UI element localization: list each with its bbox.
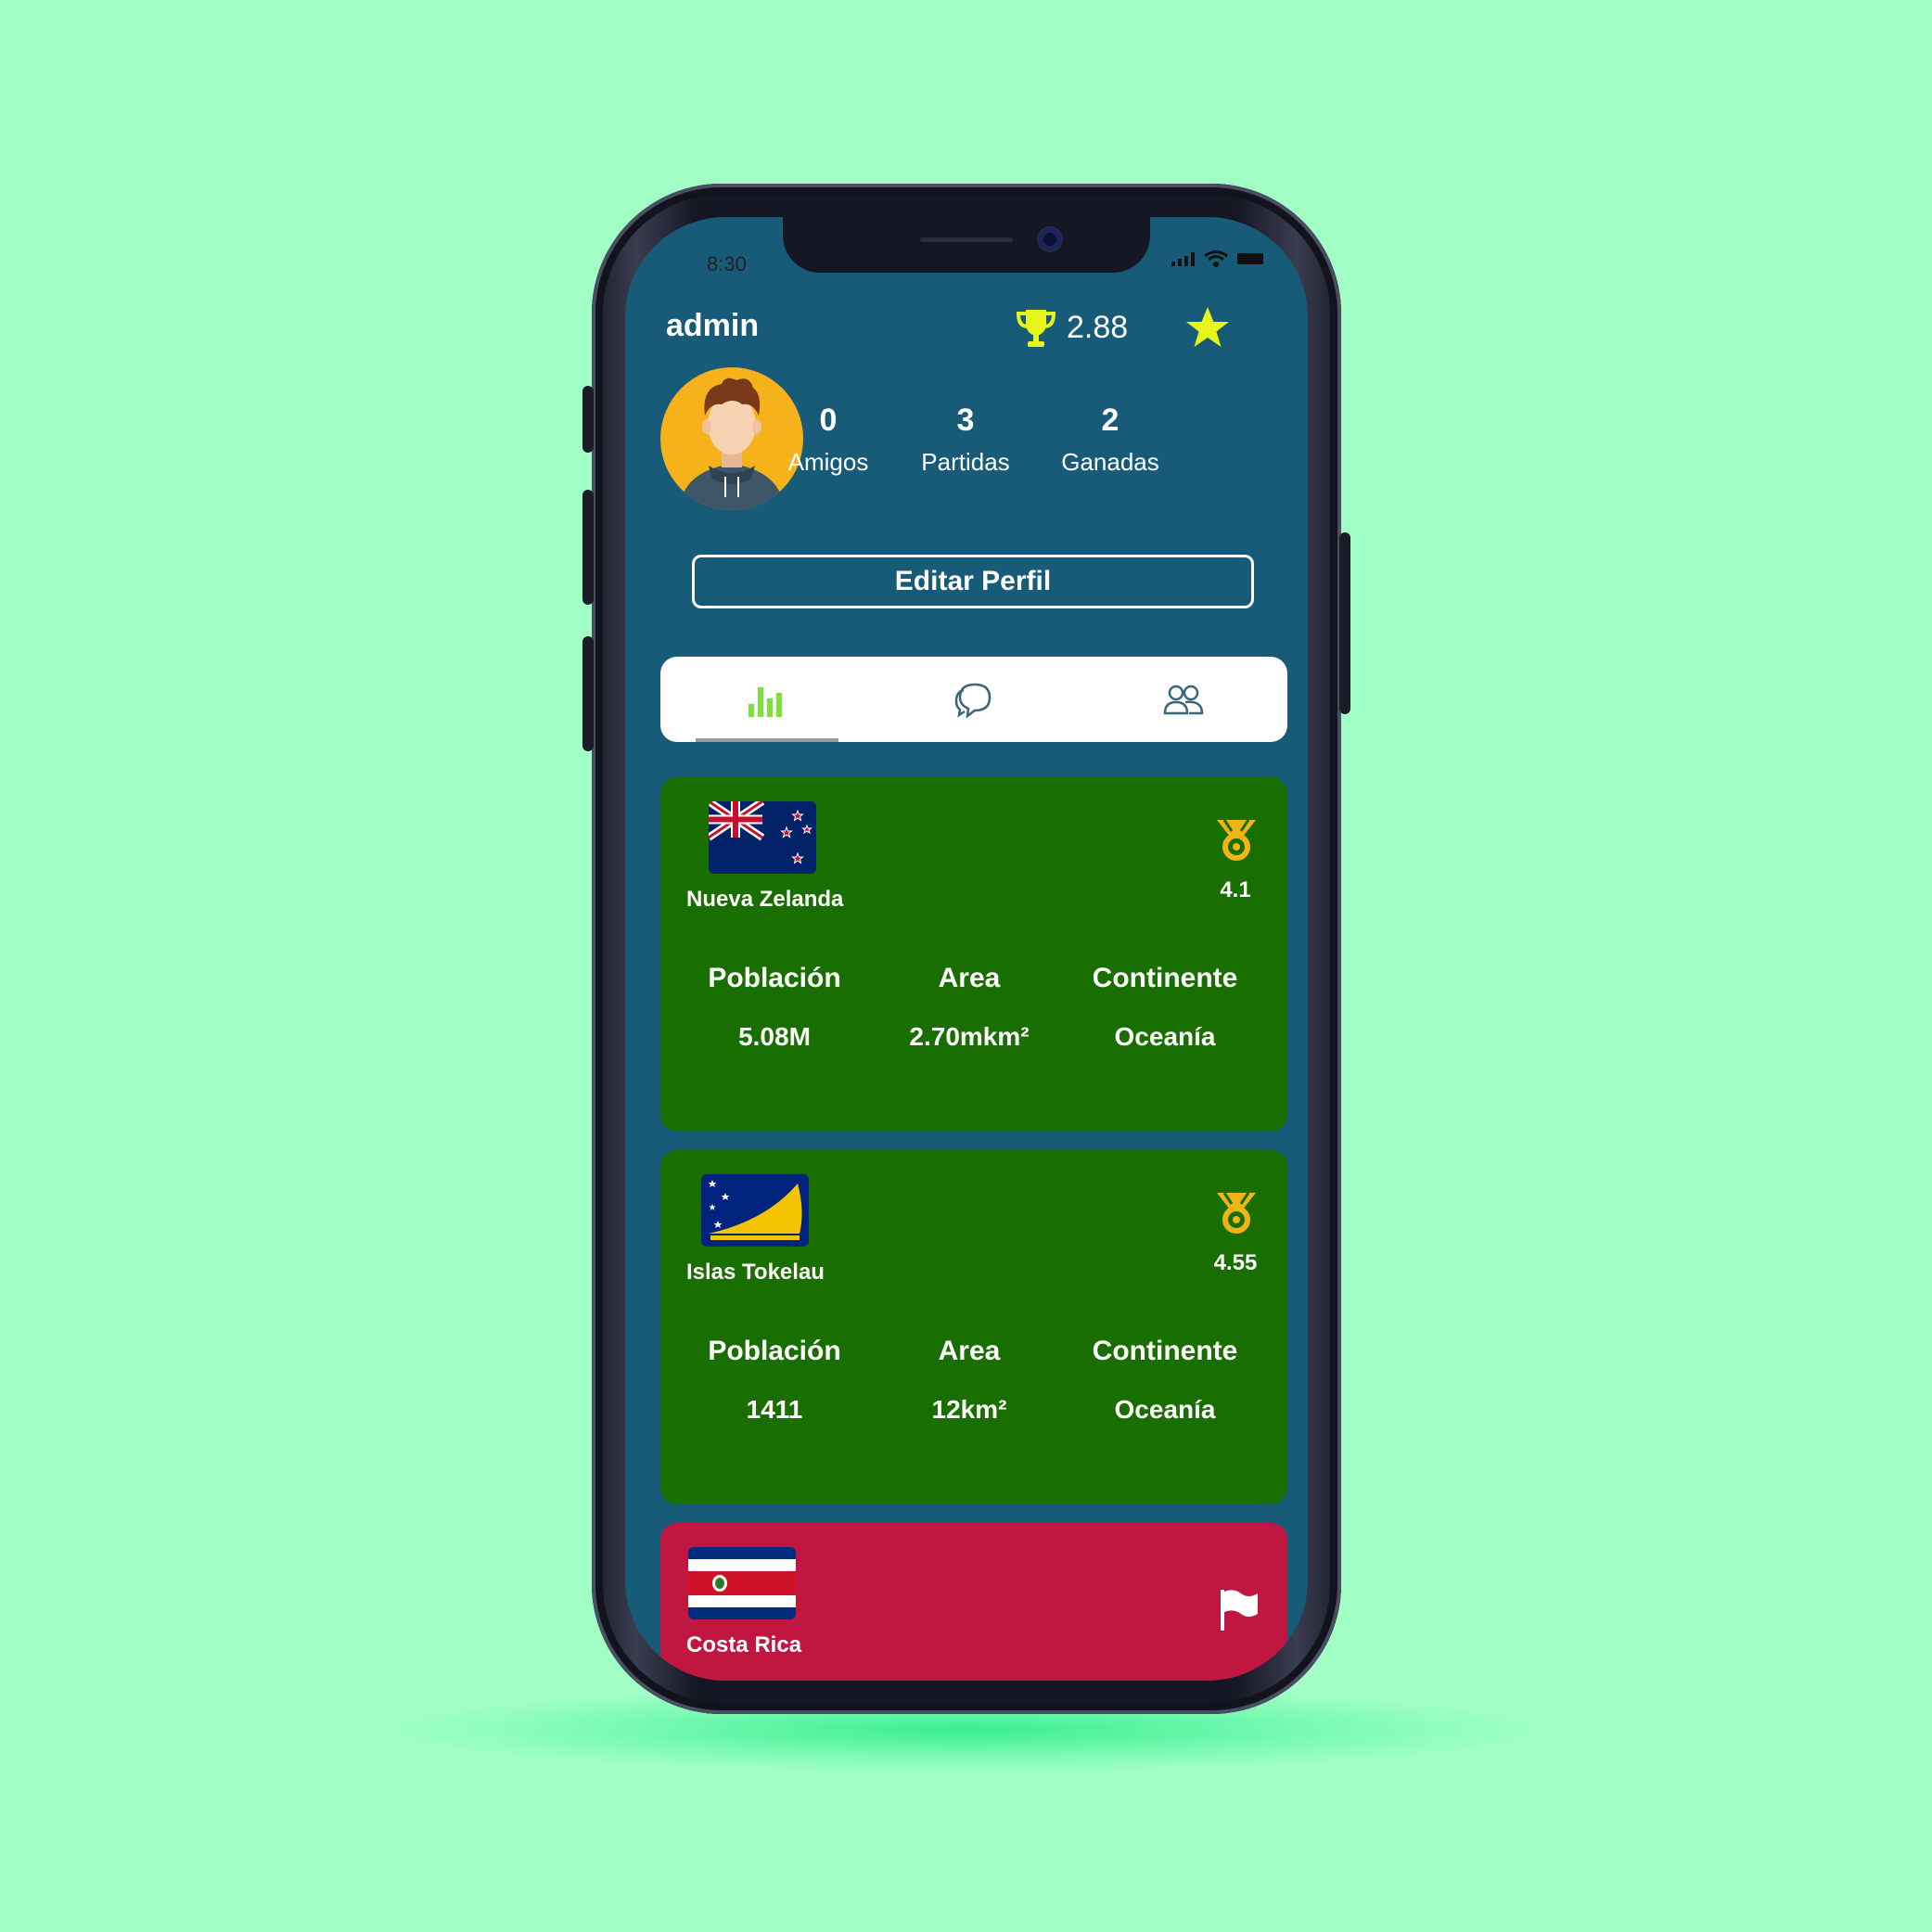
power-button <box>1339 532 1350 714</box>
stat-value: 3 <box>956 403 975 438</box>
stat-continente: Continente Oceanía <box>1072 1336 1258 1425</box>
stat-amigos[interactable]: 0 Amigos <box>759 403 898 477</box>
status-time: 8:30 <box>707 252 747 275</box>
tab-stats[interactable] <box>660 657 869 742</box>
stat-label: Amigos <box>787 448 869 476</box>
tab-bar <box>660 657 1287 742</box>
country-name: Nueva Zelanda <box>686 887 844 912</box>
stat-heading: Continente <box>1092 1336 1238 1366</box>
flag-costa-rica <box>688 1547 796 1619</box>
stat-value: 0 <box>819 403 838 438</box>
score-value: 2.88 <box>1067 310 1129 345</box>
stat-value: 2.70mkm² <box>909 1022 1030 1051</box>
country-rating: 4.1 <box>1220 877 1251 902</box>
flag-tokelau <box>701 1174 809 1247</box>
stat-value: Oceanía <box>1114 1022 1216 1051</box>
stat-heading: Area <box>938 1336 1001 1366</box>
country-name: Islas Tokelau <box>686 1260 825 1285</box>
username: admin <box>666 308 760 343</box>
stat-area: Area 2.70mkm² <box>890 963 1048 1052</box>
stat-heading: Población <box>708 963 841 993</box>
phone-frame: 8:30 admin 2.88 0 Amigos 3 Partidas 2 Ga… <box>582 184 1350 1714</box>
country-card[interactable]: Nueva Zelanda 4.1 Población 5.08M Area 2… <box>660 777 1287 1132</box>
speaker-grille <box>920 237 1013 242</box>
medal-icon <box>1217 1192 1256 1234</box>
stat-label: Partidas <box>921 448 1010 476</box>
trophy-icon <box>1016 310 1056 347</box>
stat-value: 1411 <box>746 1395 803 1424</box>
stat-partidas[interactable]: 3 Partidas <box>896 403 1035 477</box>
volume-down-button <box>582 636 594 751</box>
tab-friends[interactable] <box>1079 657 1287 742</box>
front-camera <box>1039 228 1061 250</box>
medal-icon <box>1217 819 1256 861</box>
status-icons <box>1171 250 1263 267</box>
stat-value: Oceanía <box>1114 1395 1216 1424</box>
stat-value: 2 <box>1101 403 1120 438</box>
stat-label: Ganadas <box>1061 448 1159 476</box>
signal-icon <box>1171 251 1195 266</box>
country-card[interactable]: Costa Rica <box>660 1523 1287 1681</box>
app-screen: 8:30 admin 2.88 0 Amigos 3 Partidas 2 Ga… <box>625 217 1308 1681</box>
volume-up-button <box>582 490 594 605</box>
chat-bubbles-icon <box>954 683 991 718</box>
country-rating: 4.55 <box>1213 1250 1258 1275</box>
stat-poblacion: Población 5.08M <box>696 963 853 1052</box>
stat-value: 5.08M <box>738 1022 811 1051</box>
flag-icon <box>1221 1590 1258 1631</box>
tab-chat[interactable] <box>869 657 1078 742</box>
active-tab-indicator <box>696 738 838 742</box>
stat-heading: Continente <box>1092 963 1238 993</box>
bar-chart-icon <box>748 687 782 717</box>
stat-heading: Población <box>708 1336 841 1366</box>
stat-ganadas[interactable]: 2 Ganadas <box>1041 403 1180 477</box>
flag-new-zealand <box>709 801 816 874</box>
country-card[interactable]: Islas Tokelau 4.55 Población 1411 Area 1… <box>660 1150 1287 1504</box>
edit-profile-button[interactable]: Editar Perfil <box>692 555 1254 608</box>
stat-heading: Area <box>938 963 1001 993</box>
wifi-icon <box>1204 250 1228 267</box>
notch <box>783 217 1150 273</box>
stat-poblacion: Población 1411 <box>696 1336 853 1425</box>
stat-continente: Continente Oceanía <box>1072 963 1258 1052</box>
star-icon[interactable] <box>1184 304 1232 352</box>
country-name: Costa Rica <box>686 1632 802 1657</box>
stat-value: 12km² <box>931 1395 1007 1424</box>
stat-area: Area 12km² <box>890 1336 1048 1425</box>
mute-switch <box>582 386 594 453</box>
battery-icon <box>1237 253 1263 264</box>
users-icon <box>1163 685 1203 715</box>
